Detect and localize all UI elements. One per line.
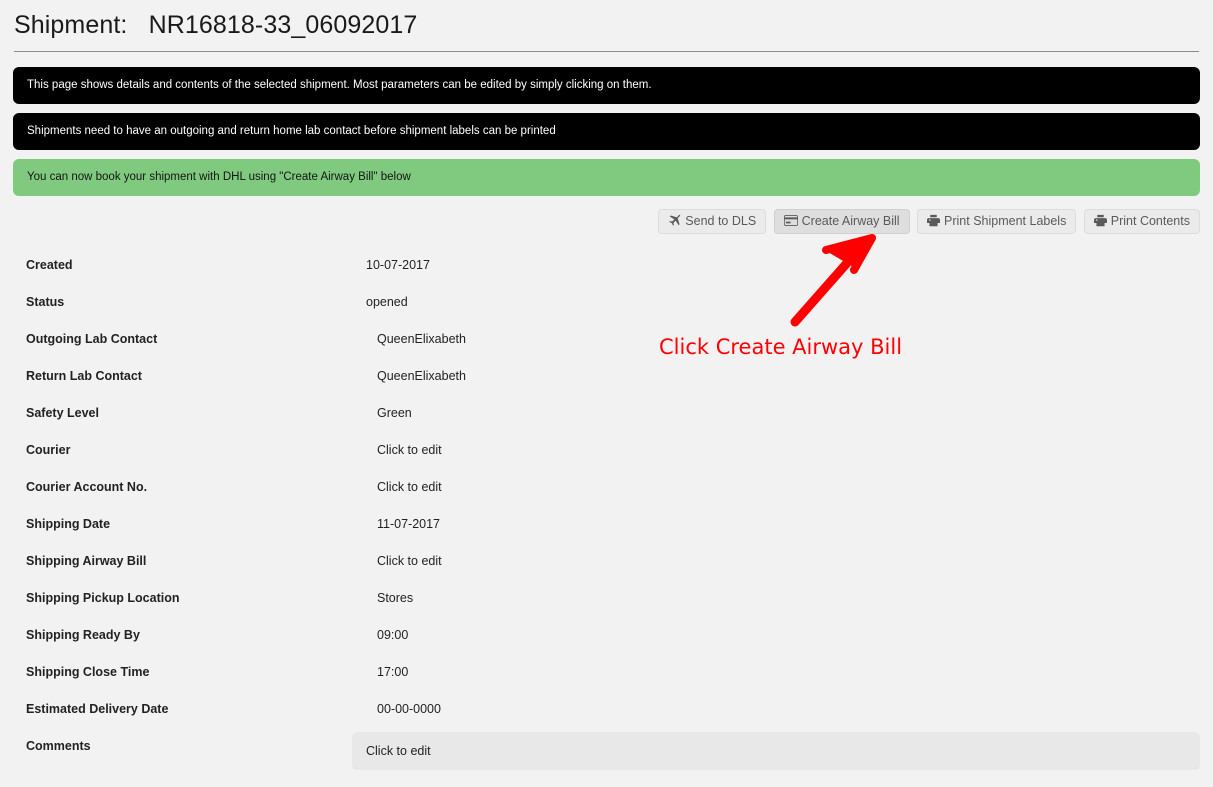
detail-value-shipping-airway-bill[interactable]: Click to edit <box>366 553 442 569</box>
detail-row-courier: Courier Click to edit <box>13 436 1200 473</box>
detail-value-shipping-ready-by[interactable]: 09:00 <box>366 627 408 643</box>
alert-list: This page shows details and contents of … <box>0 67 1213 196</box>
shipment-details: Created 10-07-2017 Status opened Outgoin… <box>0 251 1213 784</box>
detail-label: Outgoing Lab Contact <box>26 332 158 346</box>
alert-success-book-shipment: You can now book your shipment with DHL … <box>13 159 1200 196</box>
credit-card-icon <box>783 214 798 227</box>
detail-value-status: opened <box>366 295 408 309</box>
page-header: Shipment: NR16818-33_06092017 <box>0 0 1213 40</box>
print-contents-label: Print Contents <box>1110 214 1190 228</box>
detail-row-shipping-ready-by: Shipping Ready By 09:00 <box>13 621 1200 658</box>
send-to-dls-label: Send to DLS <box>685 214 757 228</box>
create-airway-bill-button[interactable]: Create Airway Bill <box>773 209 910 234</box>
create-airway-bill-label: Create Airway Bill <box>801 214 900 228</box>
detail-label: Shipping Ready By <box>26 628 140 642</box>
detail-label: Shipping Airway Bill <box>26 554 147 568</box>
detail-row-created: Created 10-07-2017 <box>13 251 1200 288</box>
detail-row-safety-level: Safety Level Green <box>13 399 1200 436</box>
detail-value-shipping-pickup-location[interactable]: Stores <box>366 590 413 606</box>
detail-row-shipping-close-time: Shipping Close Time 17:00 <box>13 658 1200 695</box>
alert-info-lab-contact: Shipments need to have an outgoing and r… <box>13 113 1200 150</box>
comments-placeholder: Click to edit <box>366 744 431 758</box>
detail-row-shipping-airway-bill: Shipping Airway Bill Click to edit <box>13 547 1200 584</box>
detail-label: Status <box>26 295 65 309</box>
comments-input[interactable]: Click to edit <box>352 732 1200 770</box>
page-title: Shipment: NR16818-33_06092017 <box>14 10 1199 40</box>
alert-info-page-help: This page shows details and contents of … <box>13 67 1200 104</box>
print-shipment-labels-button[interactable]: Print Shipment Labels <box>917 209 1077 234</box>
detail-row-courier-account-no: Courier Account No. Click to edit <box>13 473 1200 510</box>
detail-label: Safety Level <box>26 406 99 420</box>
detail-label: Return Lab Contact <box>26 369 142 383</box>
detail-value-shipping-close-time[interactable]: 17:00 <box>366 664 408 680</box>
detail-row-comments: Comments Click to edit <box>13 732 1200 784</box>
detail-label: Courier Account No. <box>26 480 148 494</box>
detail-row-shipping-date: Shipping Date 11-07-2017 <box>13 510 1200 547</box>
detail-value-safety-level[interactable]: Green <box>366 405 412 421</box>
detail-label: Comments <box>26 739 91 753</box>
detail-value-return-lab-contact[interactable]: QueenElixabeth <box>366 368 466 384</box>
detail-value-shipping-date[interactable]: 11-07-2017 <box>366 516 440 532</box>
detail-value-estimated-delivery-date[interactable]: 00-00-0000 <box>366 701 441 717</box>
detail-row-estimated-delivery-date: Estimated Delivery Date 00-00-0000 <box>13 695 1200 732</box>
page-title-label: Shipment: <box>14 11 128 39</box>
detail-label: Shipping Date <box>26 517 111 531</box>
detail-label: Estimated Delivery Date <box>26 702 169 716</box>
detail-row-return-lab-contact: Return Lab Contact QueenElixabeth <box>13 362 1200 399</box>
detail-value-created: 10-07-2017 <box>366 258 430 272</box>
send-to-dls-button[interactable]: Send to DLS <box>658 209 767 234</box>
printer-icon <box>927 214 941 227</box>
detail-value-courier[interactable]: Click to edit <box>366 442 442 458</box>
detail-label: Shipping Close Time <box>26 665 150 679</box>
detail-value-courier-account-no[interactable]: Click to edit <box>366 479 442 495</box>
detail-row-shipping-pickup-location: Shipping Pickup Location Stores <box>13 584 1200 621</box>
header-divider <box>14 51 1199 52</box>
page-title-value: NR16818-33_06092017 <box>148 11 418 39</box>
detail-label: Shipping Pickup Location <box>26 591 180 605</box>
printer-icon <box>1093 214 1107 227</box>
detail-row-outgoing-lab-contact: Outgoing Lab Contact QueenElixabeth <box>13 325 1200 362</box>
detail-value-outgoing-lab-contact[interactable]: QueenElixabeth <box>366 331 466 347</box>
detail-label: Created <box>26 258 73 272</box>
print-contents-button[interactable]: Print Contents <box>1083 209 1200 234</box>
plane-icon <box>668 214 681 227</box>
detail-row-status: Status opened <box>13 288 1200 325</box>
print-shipment-labels-label: Print Shipment Labels <box>944 214 1067 228</box>
detail-label: Courier <box>26 443 71 457</box>
action-toolbar: Send to DLS Create Airway Bill Print Shi… <box>0 205 1213 235</box>
